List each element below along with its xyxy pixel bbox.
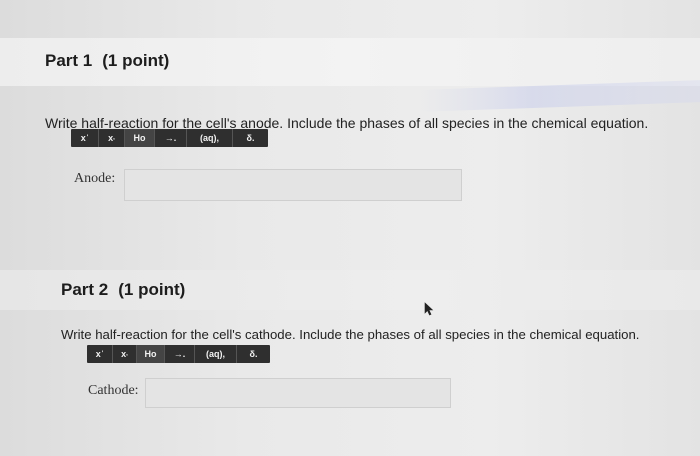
delta-button[interactable]: δ. — [237, 345, 270, 363]
superscript-button[interactable]: x ' — [71, 129, 99, 147]
part1-points: (1 point) — [102, 51, 170, 70]
superscript-button-sup: ' — [101, 351, 104, 357]
subscript-button-sub: , — [126, 351, 128, 357]
reaction-arrow-button-label: →. — [164, 133, 177, 143]
part2-heading: Part 2 (1 point) — [61, 280, 185, 300]
phase-button[interactable]: (aq), — [187, 129, 233, 147]
subscript-button[interactable]: x, — [113, 345, 137, 363]
phase-button-label: (aq), — [200, 133, 219, 143]
delta-button[interactable]: δ. — [233, 129, 268, 147]
reaction-arrow-button[interactable]: →. — [165, 345, 195, 363]
superscript-button-label: x — [80, 133, 86, 143]
superscript-button-label: x — [95, 349, 101, 359]
mouse-pointer-icon-svg — [424, 302, 434, 316]
part2-title: Part 2 — [61, 280, 109, 299]
cathode-answer-field[interactable] — [145, 378, 451, 408]
part1-equation-toolbar: x ' x, Ho →. (aq), δ. — [71, 129, 268, 147]
ion-button-label: Ho — [144, 349, 157, 359]
subscript-button-sub: , — [113, 135, 115, 141]
superscript-button[interactable]: x ' — [87, 345, 113, 363]
superscript-button-sup: ' — [86, 135, 89, 141]
phase-button[interactable]: (aq), — [195, 345, 237, 363]
reaction-arrow-button-label: →. — [173, 349, 186, 359]
ion-button-label: Ho — [133, 133, 146, 143]
anode-label: Anode: — [74, 171, 116, 186]
subscript-button[interactable]: x, — [99, 129, 125, 147]
reaction-arrow-button[interactable]: →. — [155, 129, 187, 147]
part1-heading: Part 1 (1 point) — [45, 51, 169, 71]
phase-button-label: (aq), — [206, 349, 225, 359]
delta-button-label: δ. — [249, 349, 258, 359]
cathode-label: Cathode: — [88, 383, 139, 398]
part2-equation-toolbar: x ' x, Ho →. (aq), δ. — [87, 345, 270, 363]
ion-button[interactable]: Ho — [137, 345, 165, 363]
part1-title: Part 1 — [45, 51, 93, 70]
part2-points: (1 point) — [118, 280, 186, 299]
anode-answer-field[interactable] — [124, 169, 462, 201]
part2-prompt: Write half-reaction for the cell's catho… — [61, 327, 640, 342]
delta-button-label: δ. — [246, 133, 255, 143]
ion-button[interactable]: Ho — [125, 129, 155, 147]
